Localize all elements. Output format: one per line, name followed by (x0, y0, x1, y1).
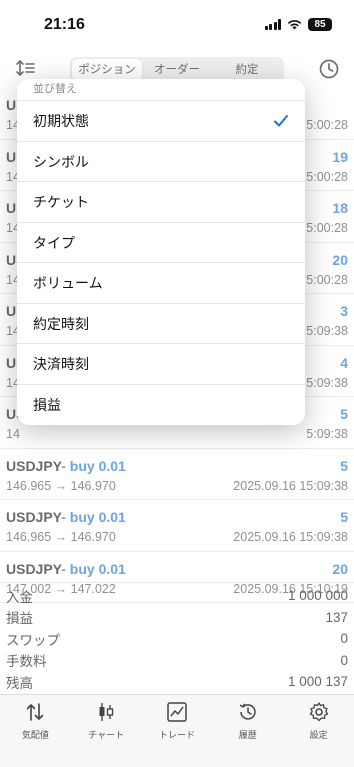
sort-option-type[interactable]: タイプ (17, 223, 305, 263)
sort-option-open-time[interactable]: 約定時刻 (17, 304, 305, 344)
sort-option-label: ボリューム (33, 275, 103, 291)
tab-label: 履歴 (238, 730, 257, 740)
sort-option-ticket[interactable]: チケット (17, 182, 305, 223)
sort-option-label: タイプ (33, 234, 75, 251)
wifi-icon (287, 20, 302, 30)
checkmark-icon (274, 115, 288, 127)
tab-label: 設定 (309, 730, 328, 740)
signal-icon (264, 19, 281, 30)
settings-icon (309, 702, 328, 722)
sort-option-label: シンボル (33, 153, 89, 170)
sort-option-label: 損益 (33, 396, 61, 413)
sort-menu: 並び替え 初期状態 シンボル チケット タイプ ボリューム 約定時刻 決済時刻 … (17, 79, 305, 425)
sort-option-profit[interactable]: 損益 (17, 385, 305, 426)
quotes-icon (27, 703, 44, 721)
sort-option-label: 決済時刻 (33, 356, 89, 372)
sort-option-close-time[interactable]: 決済時刻 (17, 344, 305, 385)
tab-label: トレード (158, 730, 195, 740)
trade-icon (167, 702, 187, 722)
sort-option-label: チケット (33, 194, 89, 210)
tab-settings[interactable]: 設定 (283, 695, 354, 767)
tab-label: チャート (88, 730, 125, 740)
sort-option-label: 初期状態 (33, 113, 89, 129)
tab-bar: 気配値 チャート トレード 履歴 設定 (0, 694, 354, 767)
chart-icon (99, 703, 114, 721)
sort-menu-header: 並び替え (17, 79, 305, 101)
battery-indicator: 85 (308, 18, 332, 31)
tab-label: 気配値 (21, 730, 49, 740)
sort-option-symbol[interactable]: シンボル (17, 142, 305, 182)
sort-option-volume[interactable]: ボリューム (17, 263, 305, 304)
tab-trade[interactable]: トレード (142, 695, 213, 767)
status-time: 21:16 (44, 16, 85, 33)
tab-history[interactable]: 履歴 (212, 695, 283, 767)
history-icon (239, 703, 256, 720)
tab-quotes[interactable]: 気配値 (0, 695, 71, 767)
status-icons: 85 (264, 18, 332, 31)
sort-option-label: 約定時刻 (33, 315, 89, 332)
sort-option-default[interactable]: 初期状態 (17, 101, 305, 142)
tab-chart[interactable]: チャート (71, 695, 142, 767)
status-bar: 21:16 85 (0, 0, 354, 52)
